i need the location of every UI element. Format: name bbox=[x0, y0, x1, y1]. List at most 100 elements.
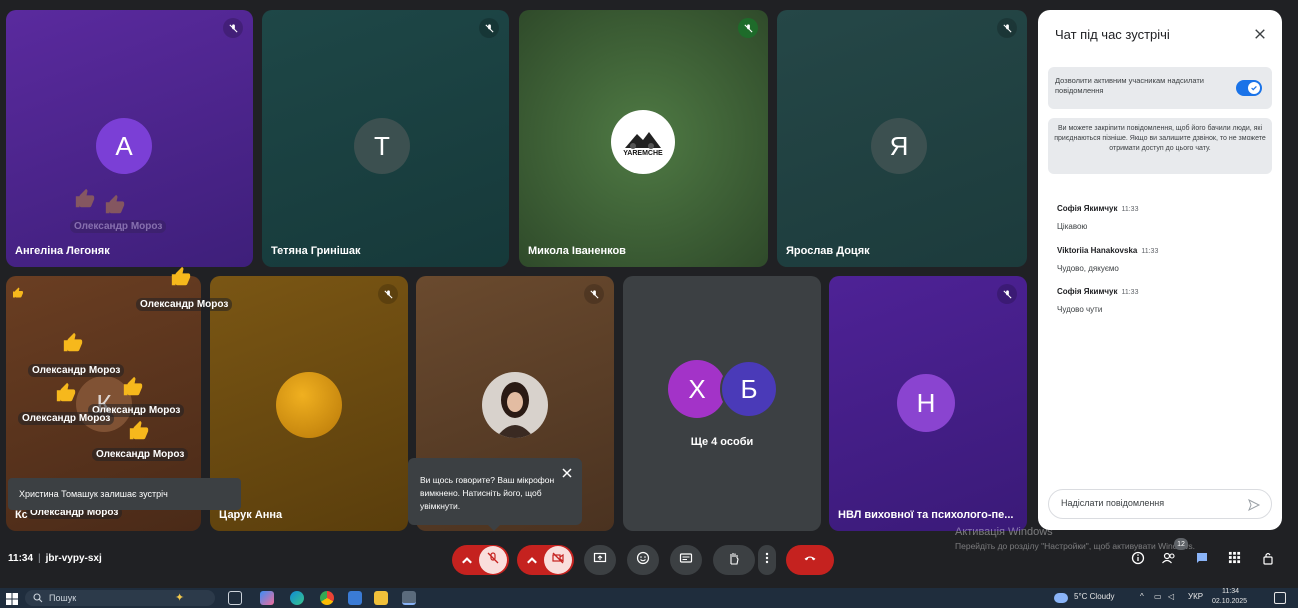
mic-off-icon bbox=[223, 18, 243, 38]
raised-reaction-icon bbox=[12, 286, 24, 298]
file-explorer-icon[interactable] bbox=[374, 591, 388, 605]
copilot-app-icon[interactable] bbox=[260, 591, 274, 605]
reaction-label: Олександр Мороз bbox=[28, 364, 125, 377]
more-participants-label: Ще 4 особи bbox=[690, 436, 754, 448]
reaction-label: Олександр Мороз bbox=[70, 220, 167, 233]
chrome-icon[interactable] bbox=[320, 591, 334, 605]
search-icon bbox=[33, 593, 43, 603]
windows-activation-title: Активація Windows bbox=[955, 526, 1053, 538]
message-sender: Viktoriia Hanakovska bbox=[1057, 246, 1138, 255]
vpn-app-icon[interactable] bbox=[348, 591, 362, 605]
notifications-icon[interactable] bbox=[1274, 592, 1286, 604]
participant-tile-yaroslav[interactable]: Я Ярослав Доцяк bbox=[777, 10, 1027, 267]
avatar-b: Б bbox=[720, 360, 778, 418]
taskbar-search[interactable]: Пошук ✦ bbox=[25, 590, 215, 606]
end-call-icon bbox=[803, 551, 817, 570]
reaction-label: Олександр Мороз bbox=[92, 448, 189, 461]
allow-messages-label: Дозволити активним учасникам надсилати п… bbox=[1055, 76, 1204, 95]
participant-tile-angelina[interactable]: А Олександр Мороз Ангеліна Легоняк bbox=[6, 10, 253, 267]
present-button[interactable] bbox=[584, 545, 616, 575]
chat-button[interactable] bbox=[1190, 548, 1214, 572]
captions-icon bbox=[679, 551, 693, 570]
reaction-label: Олександр Мороз bbox=[136, 298, 233, 311]
volume-icon[interactable]: ◁ bbox=[1168, 592, 1174, 601]
avatar: Я bbox=[871, 118, 927, 174]
people-icon bbox=[1161, 551, 1177, 570]
participant-name: Ярослав Доцяк bbox=[786, 245, 870, 257]
yaremche-logo: YAREMCHE bbox=[611, 110, 675, 174]
avatar-x: Х bbox=[668, 360, 726, 418]
windows-start-icon[interactable] bbox=[6, 592, 18, 605]
participant-tile-nvl[interactable]: Н НВЛ виховної та психолого-пе... bbox=[829, 276, 1027, 531]
info-button[interactable] bbox=[1126, 548, 1150, 572]
meeting-code: jbr-vypy-sxj bbox=[45, 553, 102, 564]
more-options-button[interactable] bbox=[758, 545, 776, 575]
captions-button[interactable] bbox=[670, 545, 702, 575]
edge-icon[interactable] bbox=[290, 591, 304, 605]
people-button[interactable] bbox=[1157, 548, 1181, 572]
hand-icon bbox=[727, 551, 741, 570]
send-icon[interactable] bbox=[1247, 498, 1261, 512]
present-screen-icon bbox=[593, 551, 607, 570]
tooltip-text: Ви щось говорите? Ваш мікрофон вимкнено.… bbox=[420, 475, 555, 511]
language-indicator[interactable]: УКР bbox=[1188, 592, 1203, 601]
network-icon[interactable]: ▭ bbox=[1154, 592, 1162, 601]
active-chrome-window-icon[interactable] bbox=[402, 591, 416, 605]
participant-name: Ангеліна Легоняк bbox=[15, 245, 110, 257]
tray-chevron-icon[interactable]: ^ bbox=[1140, 592, 1144, 601]
message-input[interactable] bbox=[1061, 498, 1231, 508]
activities-button[interactable] bbox=[1222, 548, 1246, 572]
participant-name: Тетяна Гринішак bbox=[271, 245, 361, 257]
participant-tile-tetiana[interactable]: Т Тетяна Гринішак bbox=[262, 10, 509, 267]
allow-messages-toggle[interactable] bbox=[1236, 80, 1262, 96]
chat-message: Софія Якимчук 11:33 Чудово чути bbox=[1057, 281, 1267, 314]
leave-notification: Христина Томашук залишає зустріч bbox=[8, 478, 241, 510]
message-text: Цікавою bbox=[1057, 222, 1088, 231]
allow-messages-setting: Дозволити активним учасникам надсилати п… bbox=[1048, 67, 1272, 109]
mic-options-button[interactable] bbox=[455, 545, 479, 575]
avatar bbox=[276, 372, 342, 438]
avatar: А bbox=[96, 118, 152, 174]
meeting-time: 11:34 bbox=[8, 553, 34, 564]
thumbs-up-icon bbox=[122, 376, 144, 398]
participant-name: Микола Іваненков bbox=[528, 245, 626, 257]
emoji-button[interactable] bbox=[627, 545, 659, 575]
mic-off-icon bbox=[997, 18, 1017, 38]
message-time: 11:33 bbox=[1121, 289, 1139, 296]
thumbs-up-icon bbox=[55, 382, 77, 404]
close-icon[interactable] bbox=[1250, 24, 1270, 44]
camera-toggle-button[interactable] bbox=[543, 546, 572, 574]
thumbs-up-icon bbox=[128, 420, 150, 442]
weather-icon bbox=[1054, 593, 1068, 603]
close-icon[interactable] bbox=[560, 466, 574, 480]
mic-off-icon bbox=[486, 551, 500, 570]
raise-hand-button[interactable] bbox=[713, 545, 755, 575]
chat-title: Чат під час зустрічі bbox=[1055, 27, 1170, 42]
chat-message: Софія Якимчук 11:33 Цікавою bbox=[1057, 198, 1267, 231]
mic-off-icon bbox=[738, 18, 758, 38]
message-time: 11:33 bbox=[1121, 206, 1139, 213]
chat-panel: Чат під час зустрічі Дозволити активним … bbox=[1038, 10, 1282, 530]
host-controls-button[interactable] bbox=[1256, 548, 1280, 572]
mic-group bbox=[452, 545, 509, 575]
thumbs-up-icon bbox=[170, 266, 192, 288]
emoji-icon bbox=[636, 551, 650, 570]
camera-options-button[interactable] bbox=[520, 545, 544, 575]
task-view-icon[interactable] bbox=[228, 591, 242, 605]
apps-grid-icon bbox=[1228, 551, 1241, 569]
leave-call-button[interactable] bbox=[786, 545, 834, 575]
clock-date[interactable]: 02.10.2025 bbox=[1212, 598, 1247, 605]
mic-off-icon bbox=[997, 284, 1017, 304]
more-vert-icon bbox=[760, 551, 774, 570]
tooltip-arrow bbox=[488, 525, 500, 531]
info-icon bbox=[1131, 551, 1145, 570]
thumbs-up-icon bbox=[62, 332, 84, 354]
participant-tile-mykola[interactable]: YAREMCHE Микола Іваненков bbox=[519, 10, 768, 267]
participant-tile-more[interactable]: Х Б Ще 4 особи bbox=[623, 276, 821, 531]
copilot-sparkle-icon: ✦ bbox=[175, 592, 185, 604]
clock-time[interactable]: 11:34 bbox=[1222, 588, 1239, 595]
pin-info: Ви можете закріпити повідомлення, щоб йо… bbox=[1048, 118, 1272, 174]
message-time: 11:33 bbox=[1141, 248, 1159, 255]
mic-toggle-button[interactable] bbox=[478, 546, 507, 574]
camera-off-icon bbox=[551, 551, 565, 570]
